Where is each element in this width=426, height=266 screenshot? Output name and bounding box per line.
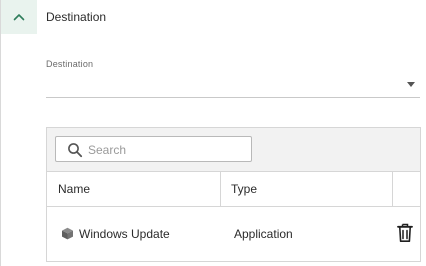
column-header-name[interactable]: Name — [58, 172, 90, 206]
column-divider[interactable] — [392, 172, 393, 206]
table-row[interactable]: Windows Update Application — [47, 207, 420, 261]
column-header-type[interactable]: Type — [231, 172, 257, 206]
items-grid: Name Type Windows Update Application — [46, 127, 421, 262]
destination-select[interactable] — [46, 72, 420, 98]
collapse-toggle-button[interactable] — [1, 0, 37, 34]
search-input[interactable] — [88, 142, 243, 157]
destination-label: Destination — [46, 59, 94, 69]
section-header: Destination — [0, 0, 426, 34]
column-divider[interactable] — [220, 172, 221, 206]
search-box[interactable] — [55, 136, 252, 162]
trash-icon — [397, 223, 413, 242]
cube-icon — [62, 227, 73, 240]
cell-name: Windows Update — [79, 227, 170, 241]
grid-toolbar — [47, 128, 420, 172]
dropdown-arrow-icon — [407, 82, 415, 87]
left-rail — [0, 0, 1, 266]
cell-type: Application — [234, 227, 293, 241]
section-title: Destination — [46, 10, 107, 24]
chevron-up-icon — [13, 14, 25, 21]
search-icon — [68, 143, 83, 158]
delete-row-button[interactable] — [396, 223, 414, 243]
grid-header-row: Name Type — [47, 172, 420, 207]
